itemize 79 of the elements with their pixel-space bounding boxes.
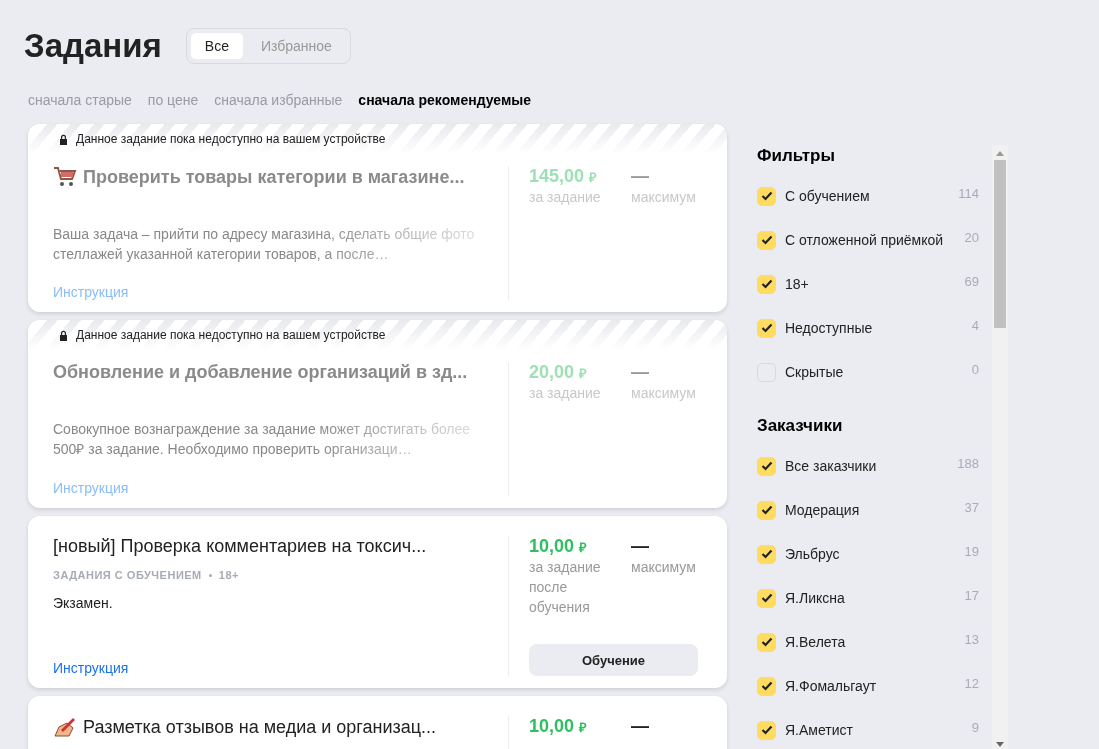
filter-count: 19: [964, 544, 979, 559]
filter-label[interactable]: Я.Фомальгаут: [785, 678, 965, 694]
task-description: Экзамен.: [53, 594, 114, 613]
filter-label[interactable]: С обучением: [785, 188, 959, 204]
tab[interactable]: Все: [190, 33, 243, 59]
filter-count: 37: [964, 500, 979, 515]
task-tag: 18+: [218, 569, 239, 581]
instruction-link[interactable]: Инструкция: [53, 660, 483, 676]
separator-dot: [208, 573, 212, 577]
checkbox[interactable]: [757, 230, 776, 250]
filter-count: 13: [964, 632, 979, 647]
task-price: 10,00 ₽: [529, 716, 589, 737]
filter-label[interactable]: Я.Аметист: [785, 722, 972, 738]
filter-label[interactable]: Модерация: [785, 502, 965, 518]
cart-icon: [53, 166, 77, 188]
checkbox[interactable]: [757, 632, 776, 652]
check-icon: [760, 279, 773, 289]
filter-label[interactable]: Недоступные: [785, 320, 972, 336]
section-title: Фильтры: [757, 146, 836, 166]
check-icon: [760, 593, 773, 603]
filter-count: 188: [957, 456, 979, 471]
filter-label[interactable]: Скрытые: [785, 364, 972, 380]
filter-count: 9: [971, 720, 979, 735]
filter-count: 12: [964, 676, 979, 691]
filter-label[interactable]: 18+: [785, 276, 965, 292]
filter-count: 20: [964, 230, 979, 245]
filter-label[interactable]: Я.Ликсна: [785, 590, 965, 606]
max-value: —: [631, 166, 650, 187]
max-value: —: [631, 716, 650, 737]
check-icon: [760, 637, 773, 647]
task-price: 20,00 ₽: [529, 362, 589, 383]
check-icon: [760, 725, 773, 735]
checkbox[interactable]: [757, 186, 776, 206]
filter-count: 0: [971, 362, 979, 377]
checkbox[interactable]: [757, 318, 776, 338]
max-value: —: [631, 536, 650, 557]
check-icon: [760, 235, 773, 245]
filter-count: 17: [964, 588, 979, 603]
filter-label[interactable]: Я.Велета: [785, 634, 965, 650]
task-tag: ЗАДАНИЯ С ОБУЧЕНИЕМ: [53, 569, 202, 581]
filter-count: 69: [964, 274, 979, 289]
task-description: Совокупное вознаграждение за задание может достигать более 500₽ за задание. Необходимо проверить организаци…: [53, 420, 472, 459]
task-title[interactable]: [новый] Проверка комментариев на токсич...: [53, 536, 427, 557]
checkbox[interactable]: [757, 544, 776, 564]
check-icon: [760, 505, 773, 515]
lock-icon: [59, 133, 68, 145]
check-icon: [760, 549, 773, 559]
filter-label[interactable]: Эльбрус: [785, 546, 965, 562]
page-title: Задания: [24, 27, 162, 65]
check-icon: [760, 461, 773, 471]
check-icon: [760, 323, 773, 333]
check-icon: [760, 681, 773, 691]
training-button[interactable]: Обучение: [529, 644, 698, 676]
checkbox[interactable]: [757, 274, 776, 294]
task-price: 145,00 ₽: [529, 166, 599, 187]
task-title[interactable]: Разметка отзывов на медиа и организац...: [83, 716, 437, 738]
scroll-thumb[interactable]: [994, 160, 1006, 328]
check-icon: [760, 191, 773, 201]
writing-hand-icon: [53, 716, 77, 738]
scrollbar[interactable]: [992, 145, 1008, 749]
price-caption: за задание после обучения: [529, 558, 602, 617]
task-price: 10,00 ₽: [529, 536, 589, 557]
checkbox[interactable]: [757, 588, 776, 608]
checkbox[interactable]: [757, 500, 776, 520]
filter-label[interactable]: Все заказчики: [785, 458, 958, 474]
filter-count: 114: [958, 186, 979, 201]
checkbox[interactable]: [757, 456, 776, 476]
section-title: Заказчики: [757, 416, 844, 436]
scroll-down-icon[interactable]: [996, 742, 1004, 747]
sort-link[interactable]: сначала рекомендуемые: [358, 92, 531, 108]
checkbox[interactable]: [757, 720, 776, 740]
unavailable-notice: Данное задание пока недоступно на вашем устройстве: [76, 132, 386, 146]
max-value: —: [631, 362, 650, 383]
lock-icon: [59, 329, 68, 341]
unavailable-notice: Данное задание пока недоступно на вашем устройстве: [76, 328, 386, 342]
filter-count: 4: [971, 318, 979, 333]
checkbox[interactable]: [757, 676, 776, 696]
max-caption: максимум: [631, 558, 697, 577]
filter-label[interactable]: С отложенной приёмкой: [785, 232, 965, 248]
